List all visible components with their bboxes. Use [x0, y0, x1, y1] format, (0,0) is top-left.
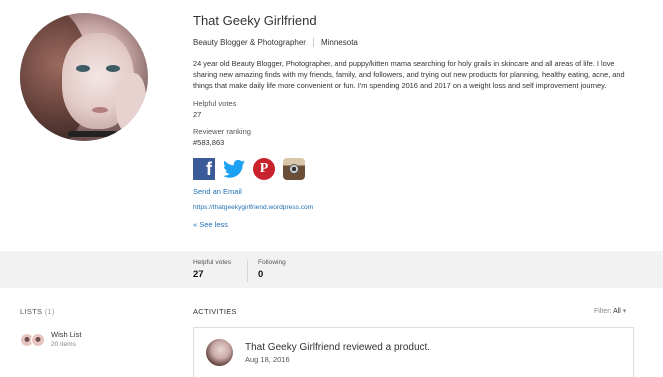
profile-header: That Geeky Girlfriend Beauty Blogger & P…: [0, 0, 663, 250]
profile-location: Minnesota: [320, 38, 358, 47]
social-links: f P: [193, 158, 653, 180]
send-email-link[interactable]: Send an Email: [193, 187, 653, 196]
stats-band: Helpful votes 27 Following 0: [0, 251, 663, 288]
band-divider: [247, 260, 248, 282]
profile-avatar: [20, 13, 148, 141]
band-following[interactable]: Following 0: [258, 259, 286, 280]
reviewer-ranking-label: Reviewer ranking: [193, 127, 251, 136]
helpful-votes-label: Helpful votes: [193, 99, 237, 108]
profile-bio: 24 year old Beauty Blogger, Photographer…: [193, 59, 625, 90]
list-item[interactable]: Wish List 20 items: [20, 330, 81, 348]
website-link[interactable]: https://thatgeekygirlfriend.wordpress.co…: [193, 204, 653, 211]
see-less-link[interactable]: « See less: [193, 220, 653, 229]
list-thumbnails: [20, 333, 45, 347]
reviewer-ranking-value: #583,863: [193, 138, 225, 147]
product-thumbnail: [31, 333, 45, 347]
pinterest-icon[interactable]: P: [253, 158, 275, 180]
band-following-label: Following: [258, 259, 286, 266]
helpful-votes-value: 27: [193, 110, 202, 119]
lists-heading-label: LISTS: [20, 307, 43, 316]
lists-count: (1): [44, 307, 55, 316]
band-helpful-votes-value: 27: [193, 269, 204, 280]
activity-card[interactable]: That Geeky Girlfriend reviewed a product…: [193, 327, 634, 377]
twitter-icon[interactable]: [223, 158, 245, 180]
list-name[interactable]: Wish List: [51, 330, 81, 339]
instagram-icon[interactable]: [283, 158, 305, 180]
filter-label: Filter:: [594, 308, 612, 315]
profile-name: That Geeky Girlfriend: [193, 13, 317, 28]
meta-divider: [312, 38, 314, 47]
list-count: 20 items: [51, 341, 76, 348]
band-following-value: 0: [258, 269, 264, 280]
band-helpful-votes-label: Helpful votes: [193, 259, 232, 266]
activity-avatar: [206, 339, 233, 366]
facebook-icon[interactable]: f: [193, 158, 215, 180]
lists-heading: LISTS (1): [20, 307, 55, 316]
activity-filter[interactable]: Filter: All ▾: [594, 307, 626, 315]
activities-heading: ACTIVITIES: [193, 307, 237, 316]
profile-info: That Geeky Girlfriend Beauty Blogger & P…: [193, 13, 653, 229]
band-helpful-votes[interactable]: Helpful votes 27: [193, 259, 231, 280]
chevron-down-icon: ▾: [622, 308, 627, 315]
profile-meta: Beauty Blogger & Photographer Minnesota: [193, 38, 653, 47]
filter-value: All: [613, 308, 621, 315]
activity-date: Aug 18, 2016: [245, 355, 290, 364]
activity-title: That Geeky Girlfriend reviewed a product…: [245, 342, 431, 353]
profile-occupation: Beauty Blogger & Photographer: [193, 38, 306, 47]
